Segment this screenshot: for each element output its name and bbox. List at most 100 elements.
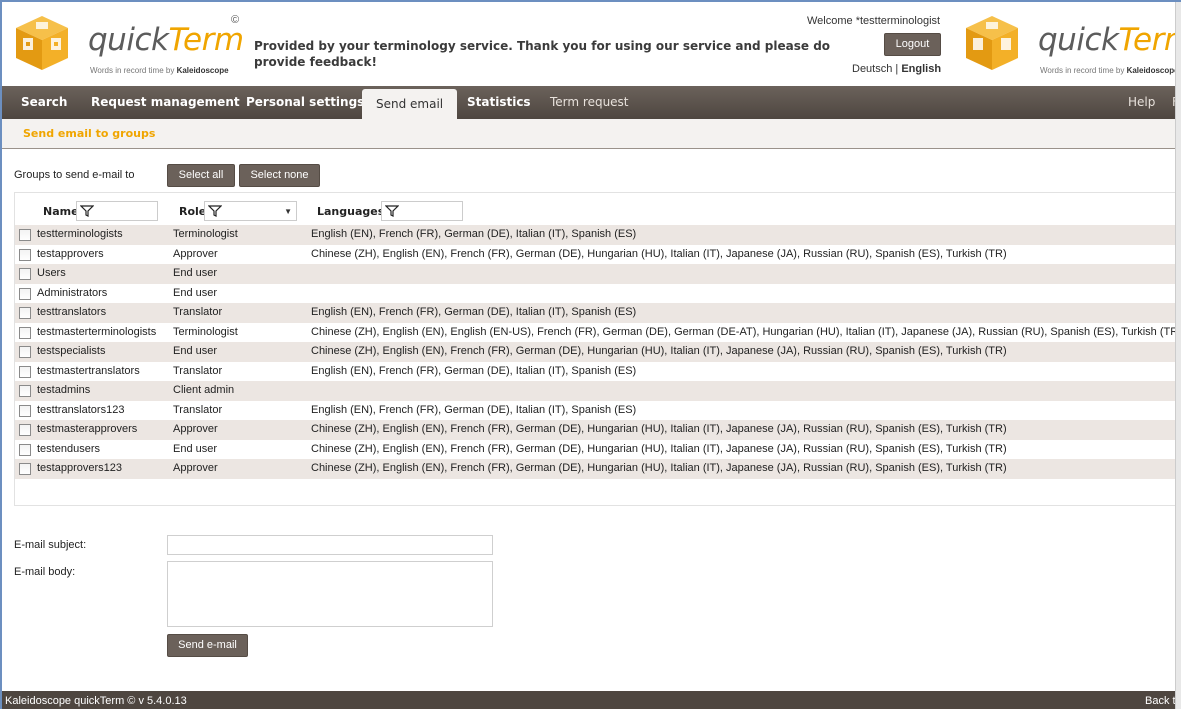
group-languages: Chinese (ZH), English (EN), French (FR),… — [311, 462, 1007, 474]
filter-icon — [208, 205, 222, 217]
row-checkbox[interactable] — [19, 307, 31, 319]
nav-search[interactable]: Search — [21, 86, 67, 119]
lang-english-link[interactable]: English — [901, 63, 941, 75]
table-row[interactable]: testapprovers Approver Chinese (ZH), Eng… — [15, 245, 1177, 265]
brand-wordmark: quickTerm — [88, 22, 244, 58]
group-role: Approver — [173, 423, 218, 435]
nav-help[interactable]: Help — [1128, 86, 1155, 119]
language-switch: Deutsch | English — [852, 63, 941, 75]
group-languages: English (EN), French (FR), German (DE), … — [311, 364, 637, 377]
row-checkbox[interactable] — [19, 385, 31, 397]
group-name: testmasterterminologists — [37, 325, 157, 338]
group-role: End user — [173, 286, 218, 299]
brand-tagline: Words in record time by Kaleidoscope — [90, 66, 229, 75]
row-checkbox[interactable] — [19, 229, 31, 241]
row-checkbox[interactable] — [19, 268, 31, 280]
group-role: Translator — [173, 306, 223, 318]
row-checkbox[interactable] — [19, 287, 31, 300]
group-name: Users — [37, 267, 66, 279]
table-row[interactable]: testtranslators123 Translator English (E… — [15, 401, 1177, 421]
back-to-top-link[interactable]: Back t — [1145, 691, 1176, 709]
table-row[interactable]: Users End user — [15, 264, 1177, 284]
filter-icon — [80, 205, 94, 217]
table-row[interactable]: testmastertranslators Translator English… — [15, 362, 1177, 382]
table-row[interactable]: testtranslators Translator English (EN),… — [15, 303, 1177, 323]
service-message: Provided by your terminology service. Th… — [254, 39, 831, 69]
group-role: Translator — [173, 364, 223, 377]
nav-request-management[interactable]: Request management — [91, 86, 240, 119]
group-languages: Chinese (ZH), English (EN), French (FR),… — [311, 345, 1007, 357]
group-languages: Chinese (ZH), English (EN), French (FR),… — [311, 247, 1007, 260]
groups-label: Groups to send e-mail to — [14, 169, 135, 181]
row-checkbox[interactable] — [19, 463, 31, 475]
row-checkbox[interactable] — [19, 424, 31, 436]
column-header-name[interactable]: Name — [43, 205, 79, 218]
cube-logo-icon — [966, 16, 1018, 70]
nav-term-request[interactable]: Term request — [550, 86, 629, 119]
table-row[interactable]: testmasterapprovers Approver Chinese (ZH… — [15, 420, 1177, 440]
row-checkbox[interactable] — [19, 404, 31, 417]
column-header-languages[interactable]: Languages — [317, 205, 384, 218]
role-filter-select[interactable]: ▼ — [204, 201, 297, 221]
table-row[interactable]: testterminologists Terminologist English… — [15, 225, 1177, 245]
group-name: testmastertranslators — [37, 364, 140, 377]
version-text: Kaleidoscope quickTerm © v 5.4.0.13 — [5, 695, 187, 707]
table-header: Name Role ▼ Languages — [15, 193, 1177, 225]
group-role: Approver — [173, 462, 218, 474]
select-none-button[interactable]: Select none — [239, 164, 320, 187]
group-name: testadmins — [37, 384, 91, 396]
table-row[interactable]: Administrators End user — [15, 284, 1177, 304]
group-name: testspecialists — [37, 345, 106, 357]
logout-button[interactable]: Logout — [884, 33, 941, 56]
group-role: End user — [173, 267, 218, 279]
row-checkbox[interactable] — [19, 365, 31, 378]
group-name: testtranslators123 — [37, 403, 125, 416]
group-role: Client admin — [173, 384, 235, 396]
send-email-button[interactable]: Send e-mail — [167, 634, 248, 657]
brand-wordmark: quickTerm — [1038, 22, 1177, 58]
footer: Kaleidoscope quickTerm © v 5.4.0.13 Back… — [2, 691, 1181, 709]
groups-table: Name Role ▼ Languages testterminologists… — [14, 192, 1177, 506]
group-languages: Chinese (ZH), English (EN), English (EN-… — [311, 325, 1177, 338]
group-role: Approver — [173, 247, 218, 260]
group-languages: Chinese (ZH), English (EN), French (FR),… — [311, 442, 1007, 455]
select-all-button[interactable]: Select all — [167, 164, 235, 187]
name-filter-input[interactable] — [76, 201, 158, 221]
languages-filter-input[interactable] — [381, 201, 463, 221]
sub-tab-bar: Send email to groups — [2, 119, 1177, 149]
row-checkbox[interactable] — [19, 248, 31, 261]
group-role: End user — [173, 442, 218, 455]
nav-statistics[interactable]: Statistics — [467, 86, 531, 119]
email-body-textarea[interactable] — [167, 561, 493, 627]
table-row[interactable]: testspecialists End user Chinese (ZH), E… — [15, 342, 1177, 362]
table-row[interactable]: testmasterterminologists Terminologist C… — [15, 323, 1177, 343]
tab-send-email-to-groups[interactable]: Send email to groups — [23, 127, 155, 140]
group-languages: English (EN), French (FR), German (DE), … — [311, 403, 637, 416]
group-role: Terminologist — [173, 228, 238, 240]
lang-separator: | — [895, 63, 899, 75]
row-checkbox[interactable] — [19, 443, 31, 456]
brand-logo[interactable]: quickTerm © Words in record time by Kale… — [2, 14, 244, 76]
group-name: Administrators — [37, 286, 108, 299]
filter-icon — [385, 205, 399, 217]
table-row[interactable]: testadmins Client admin — [15, 381, 1177, 401]
table-row[interactable]: testendusers End user Chinese (ZH), Engl… — [15, 440, 1177, 460]
brand-logo-right: quickTerm Words in record time by Kaleid… — [952, 14, 1177, 76]
column-header-role[interactable]: Role — [179, 205, 206, 218]
group-name: testapprovers — [37, 247, 104, 260]
email-subject-input[interactable] — [167, 535, 493, 555]
row-checkbox[interactable] — [19, 326, 31, 339]
window-scrollbar[interactable] — [1175, 2, 1181, 709]
app-window: quickTerm © Words in record time by Kale… — [0, 0, 1181, 709]
nav-personal-settings[interactable]: Personal settings — [246, 86, 364, 119]
group-role: End user — [173, 345, 218, 357]
group-role: Translator — [173, 403, 223, 416]
group-name: testtranslators — [37, 306, 107, 318]
lang-deutsch-link[interactable]: Deutsch — [852, 63, 892, 75]
row-checkbox[interactable] — [19, 346, 31, 358]
email-subject-label: E-mail subject: — [14, 539, 87, 551]
nav-send-email[interactable]: Send email — [362, 89, 458, 119]
welcome-text: Welcome *testterminologist — [807, 15, 941, 27]
group-name: testmasterapprovers — [37, 423, 138, 435]
table-row[interactable]: testapprovers123 Approver Chinese (ZH), … — [15, 459, 1177, 479]
